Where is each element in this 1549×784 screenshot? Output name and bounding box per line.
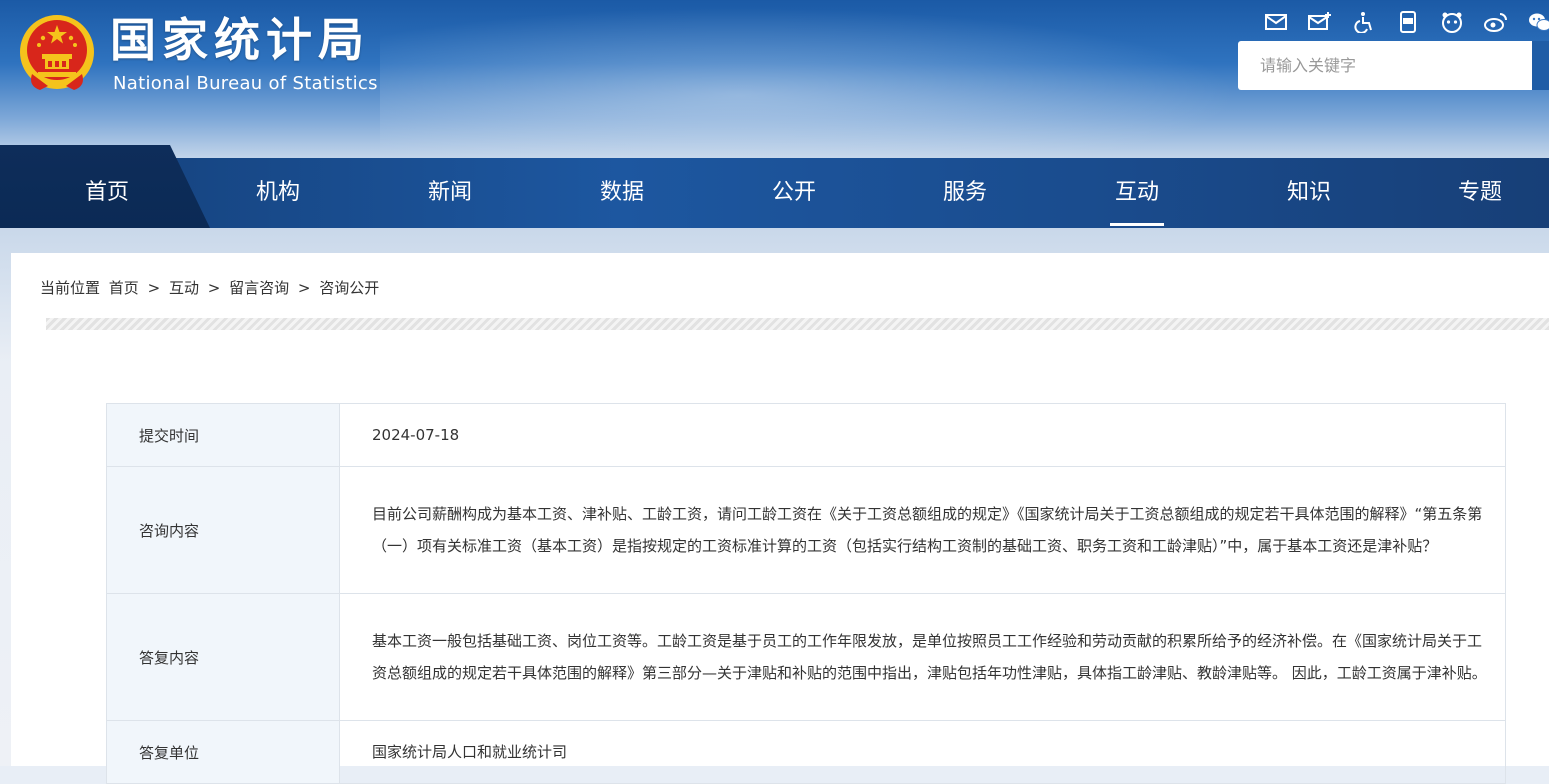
row-value-question: 目前公司薪酬构成为基本工资、津补贴、工龄工资，请问工龄工资在《关于工资总额组成的… xyxy=(339,466,1506,594)
nav-public[interactable]: 公开 xyxy=(734,158,854,228)
breadcrumb-current[interactable]: 咨询公开 xyxy=(319,279,379,297)
nav-home[interactable]: 首页 xyxy=(47,158,167,228)
nav-news[interactable]: 新闻 xyxy=(390,158,510,228)
divider-stripe xyxy=(46,318,1549,330)
site-subtitle[interactable]: National Bureau of Statistics xyxy=(113,72,378,96)
row-label-reply-unit: 答复单位 xyxy=(106,720,340,784)
breadcrumb-link-consultation[interactable]: 留言咨询 xyxy=(229,279,289,297)
mail-plus-icon[interactable] xyxy=(1298,9,1342,35)
mail-icon[interactable] xyxy=(1254,9,1298,35)
nav-services[interactable]: 服务 xyxy=(905,158,1025,228)
search-input[interactable] xyxy=(1238,41,1532,90)
nav-knowledge[interactable]: 知识 xyxy=(1249,158,1369,228)
row-label-answer: 答复内容 xyxy=(106,593,340,721)
row-value-submit-time: 2024-07-18 xyxy=(339,403,1506,467)
nav-organization[interactable]: 机构 xyxy=(218,158,338,228)
site-title[interactable]: 国家统计局 xyxy=(110,12,370,68)
breadcrumb-separator: > xyxy=(147,279,161,297)
breadcrumb-link-interaction[interactable]: 互动 xyxy=(169,279,199,297)
table-row: 提交时间 2024-07-18 xyxy=(106,403,1506,467)
breadcrumb: 当前位置 首页 > 互动 > 留言咨询 > 咨询公开 xyxy=(40,277,383,299)
row-value-answer: 基本工资一般包括基础工资、岗位工资等。工龄工资是基于员工的工作年限发放，是单位按… xyxy=(339,593,1506,721)
table-row: 答复内容 基本工资一般包括基础工资、岗位工资等。工龄工资是基于员工的工作年限发放… xyxy=(106,593,1506,721)
nav-interaction[interactable]: 互动 xyxy=(1077,158,1197,228)
mascot-icon[interactable] xyxy=(1430,9,1474,35)
nav-topics[interactable]: 专题 xyxy=(1420,158,1540,228)
wechat-icon[interactable] xyxy=(1518,9,1549,35)
nav-data[interactable]: 数据 xyxy=(562,158,682,228)
consultation-detail-table: 提交时间 2024-07-18 咨询内容 目前公司薪酬构成为基本工资、津补贴、工… xyxy=(106,403,1506,784)
breadcrumb-separator: > xyxy=(207,279,221,297)
breadcrumb-link-home[interactable]: 首页 xyxy=(109,279,139,297)
row-label-question: 咨询内容 xyxy=(106,466,340,594)
breadcrumb-prefix: 当前位置 xyxy=(40,279,101,297)
row-value-reply-unit: 国家统计局人口和就业统计司 xyxy=(339,720,1506,784)
row-label-submit-time: 提交时间 xyxy=(106,403,340,467)
top-icon-bar xyxy=(1254,9,1549,35)
app-icon[interactable] xyxy=(1386,9,1430,35)
search-button[interactable] xyxy=(1532,41,1549,90)
table-row: 咨询内容 目前公司薪酬构成为基本工资、津补贴、工龄工资，请问工龄工资在《关于工资… xyxy=(106,466,1506,594)
table-row: 答复单位 国家统计局人口和就业统计司 xyxy=(106,720,1506,784)
weibo-icon[interactable] xyxy=(1474,9,1518,35)
accessibility-icon[interactable] xyxy=(1342,9,1386,35)
national-emblem-icon[interactable] xyxy=(18,12,96,94)
header-background xyxy=(380,0,1280,158)
breadcrumb-separator: > xyxy=(297,279,311,297)
